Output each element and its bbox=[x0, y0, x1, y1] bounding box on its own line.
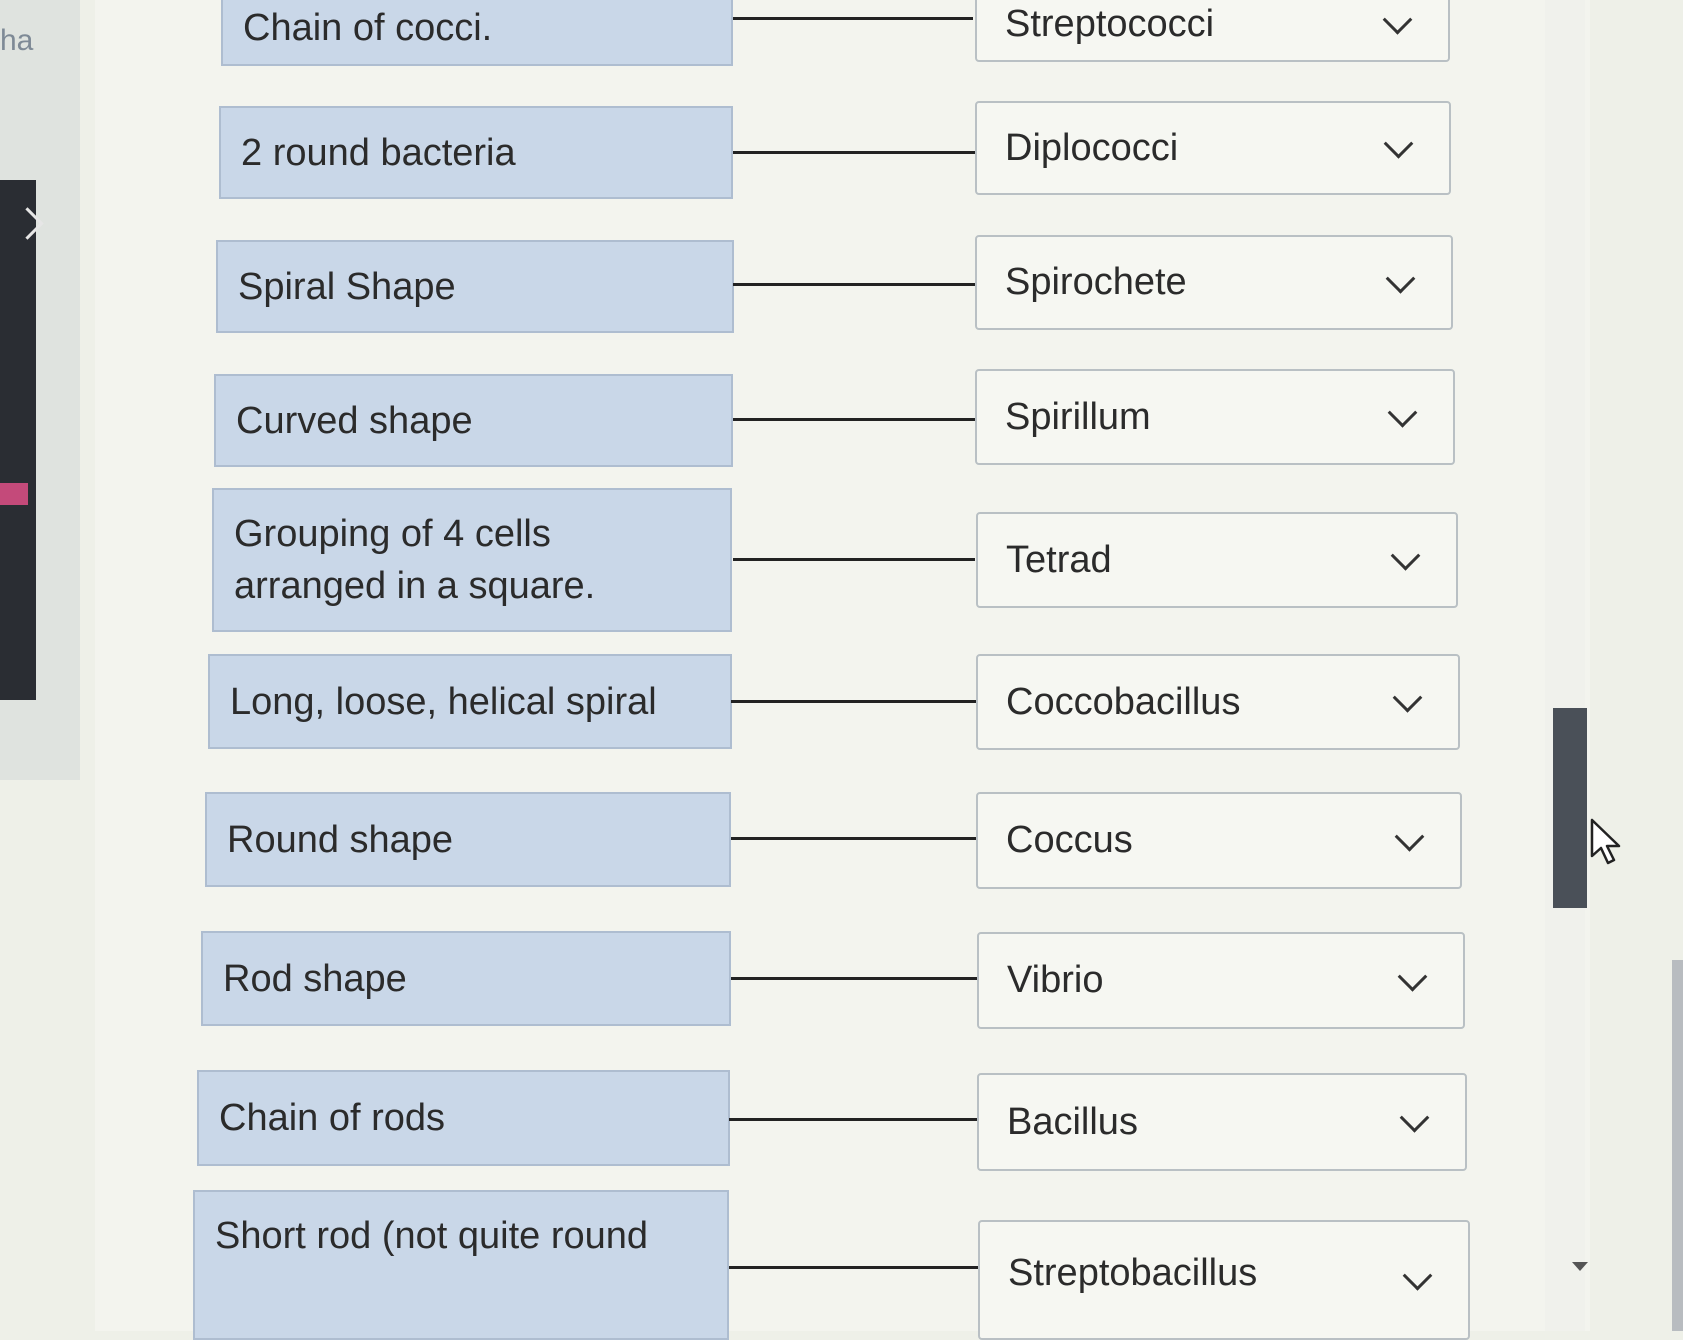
answer-value: Coccus bbox=[1006, 819, 1133, 861]
match-line bbox=[733, 418, 975, 421]
matching-question: Chain of cocci. Streptococci 2 round bac… bbox=[95, 0, 1590, 1340]
side-panel-dark-area bbox=[0, 180, 36, 700]
answer-dropdown[interactable]: Tetrad bbox=[976, 512, 1458, 608]
match-line bbox=[731, 977, 977, 980]
chevron-down-icon bbox=[1387, 397, 1418, 428]
scrollbar-thumb[interactable] bbox=[1553, 708, 1587, 908]
match-line bbox=[733, 151, 975, 154]
chevron-down-icon bbox=[1397, 961, 1428, 992]
term-label: Grouping of 4 cells arranged in a square… bbox=[234, 513, 596, 607]
match-line bbox=[729, 1266, 978, 1269]
term-box: Long, loose, helical spiral bbox=[208, 654, 732, 749]
answer-dropdown[interactable]: Vibrio bbox=[977, 932, 1465, 1029]
term-label: Spiral Shape bbox=[238, 265, 456, 308]
match-line bbox=[729, 1118, 978, 1121]
side-panel: ha bbox=[0, 0, 80, 780]
answer-value: Spirochete bbox=[1005, 261, 1187, 303]
mouse-pointer-icon bbox=[1590, 818, 1621, 865]
answer-value: Vibrio bbox=[1007, 959, 1104, 1001]
answer-value: Streptococci bbox=[1005, 2, 1215, 45]
match-line bbox=[733, 283, 975, 286]
term-label: Round shape bbox=[227, 818, 454, 861]
side-panel-label: ha bbox=[0, 24, 34, 57]
chevron-down-icon bbox=[1390, 540, 1421, 571]
term-box: Spiral Shape bbox=[216, 240, 734, 333]
scrollbar-track[interactable] bbox=[1545, 0, 1585, 1331]
answer-value: Tetrad bbox=[1006, 538, 1112, 581]
term-box: Round shape bbox=[205, 792, 731, 887]
answer-dropdown[interactable]: Bacillus bbox=[977, 1073, 1467, 1171]
chevron-down-icon bbox=[1399, 1102, 1430, 1133]
answer-dropdown[interactable]: Spirillum bbox=[975, 369, 1455, 465]
term-label: Chain of cocci. bbox=[243, 7, 493, 49]
chevron-down-icon bbox=[1402, 1260, 1433, 1291]
term-label: Short rod (not quite round bbox=[215, 1215, 649, 1257]
answer-dropdown[interactable]: Diplococci bbox=[975, 101, 1451, 195]
scroll-down-arrow-icon[interactable] bbox=[1572, 1262, 1588, 1271]
chevron-down-icon bbox=[1382, 4, 1413, 35]
answer-value: Streptobacillus bbox=[1008, 1252, 1258, 1294]
term-label: Rod shape bbox=[223, 957, 407, 1000]
answer-value: Diplococci bbox=[1005, 126, 1179, 169]
term-label: Long, loose, helical spiral bbox=[230, 680, 657, 723]
page-scrollbar[interactable] bbox=[1672, 960, 1683, 1331]
answer-dropdown[interactable]: Spirochete bbox=[975, 235, 1453, 330]
chevron-down-icon bbox=[1383, 128, 1414, 159]
term-label: 2 round bacteria bbox=[241, 131, 516, 174]
answer-dropdown[interactable]: Streptobacillus bbox=[978, 1220, 1470, 1340]
term-box: Grouping of 4 cells arranged in a square… bbox=[212, 488, 732, 632]
term-box: 2 round bacteria bbox=[219, 106, 733, 199]
term-label: Curved shape bbox=[236, 399, 473, 442]
match-line bbox=[731, 837, 976, 840]
answer-dropdown[interactable]: Coccus bbox=[976, 792, 1462, 889]
term-box: Short rod (not quite round bbox=[193, 1190, 729, 1340]
answer-value: Coccobacillus bbox=[1006, 680, 1241, 723]
term-box: Chain of cocci. bbox=[221, 0, 733, 66]
chevron-down-icon bbox=[1394, 821, 1425, 852]
term-label: Chain of rods bbox=[219, 1097, 446, 1139]
match-line bbox=[733, 17, 973, 20]
chevron-down-icon bbox=[1392, 682, 1423, 713]
match-line bbox=[731, 700, 976, 703]
side-panel-accent bbox=[0, 483, 28, 505]
term-box: Curved shape bbox=[214, 374, 733, 467]
answer-dropdown[interactable]: Streptococci bbox=[975, 0, 1450, 62]
answer-value: Spirillum bbox=[1005, 395, 1151, 438]
match-line bbox=[733, 558, 975, 561]
chevron-down-icon bbox=[1385, 263, 1416, 294]
answer-dropdown[interactable]: Coccobacillus bbox=[976, 654, 1460, 750]
answer-value: Bacillus bbox=[1007, 1100, 1138, 1143]
term-box: Chain of rods bbox=[197, 1070, 730, 1166]
term-box: Rod shape bbox=[201, 931, 731, 1026]
